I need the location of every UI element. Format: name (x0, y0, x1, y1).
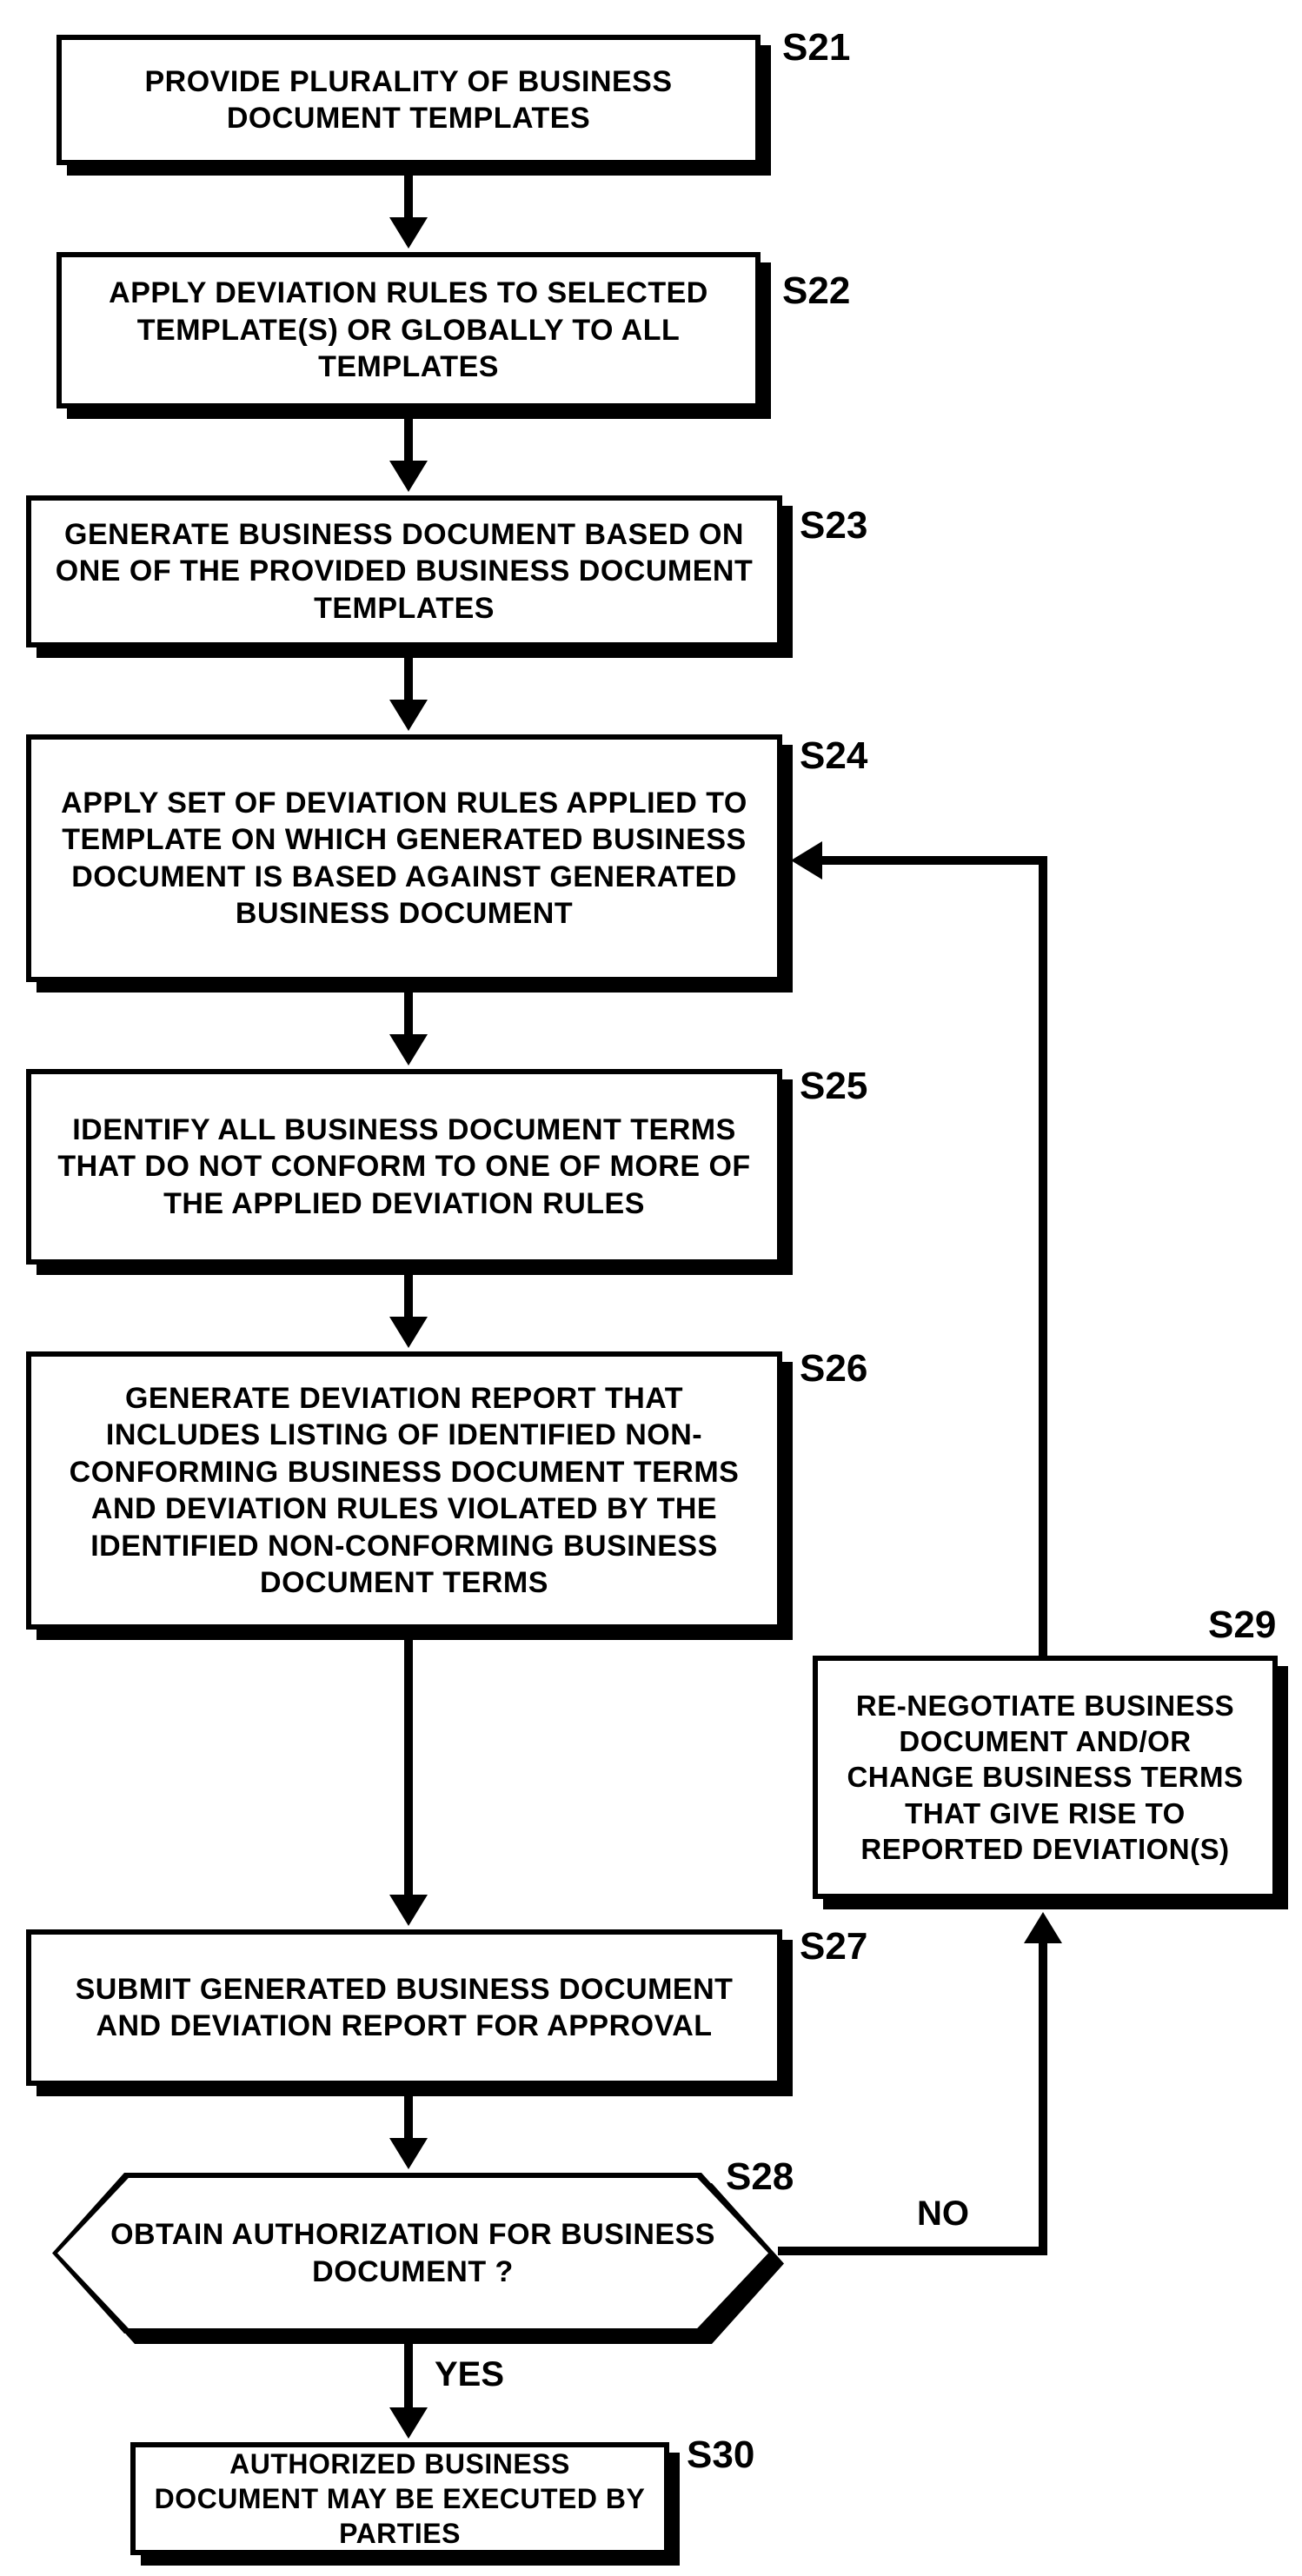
edge-no-label: NO (917, 2194, 969, 2234)
step-s21-text: PROVIDE PLURALITY OF BUSINESS DOCUMENT T… (62, 55, 755, 146)
step-s24: APPLY SET OF DEVIATION RULES APPLIED TO … (26, 734, 782, 982)
arrowhead-s29-loop (791, 841, 822, 880)
arrow-s28-no-v (1039, 1938, 1047, 2255)
arrowhead-s27-s28 (389, 2138, 428, 2169)
arrowhead-s26-s27 (389, 1895, 428, 1926)
arrow-s28-no-h (778, 2247, 1047, 2255)
step-s28-label: S28 (726, 2155, 794, 2199)
step-s30-text: AUTHORIZED BUSINESS DOCUMENT MAY BE EXEC… (136, 2438, 664, 2559)
arrow-s26-s27 (404, 1638, 413, 1899)
step-s29-label: S29 (1208, 1603, 1276, 1647)
step-s23-label: S23 (800, 504, 867, 548)
step-s23-text: GENERATE BUSINESS DOCUMENT BASED ON ONE … (31, 508, 777, 636)
arrow-s23-s24 (404, 656, 413, 704)
arrowhead-s28-yes (389, 2407, 428, 2439)
step-s25-label: S25 (800, 1065, 867, 1108)
step-s25: IDENTIFY ALL BUSINESS DOCUMENT TERMS THA… (26, 1069, 782, 1265)
step-s21: PROVIDE PLURALITY OF BUSINESS DOCUMENT T… (56, 35, 761, 165)
arrowhead-s21-s22 (389, 217, 428, 249)
step-s27-label: S27 (800, 1925, 867, 1969)
step-s22: APPLY DEVIATION RULES TO SELECTED TEMPLA… (56, 252, 761, 408)
arrow-s28-yes (404, 2342, 413, 2412)
step-s29: RE-NEGOTIATE BUSINESS DOCUMENT AND/OR CH… (813, 1656, 1278, 1899)
step-s26-text: GENERATE DEVIATION REPORT THAT INCLUDES … (31, 1371, 777, 1610)
arrow-s22-s23 (404, 417, 413, 465)
arrowhead-s24-s25 (389, 1034, 428, 1066)
step-s25-text: IDENTIFY ALL BUSINESS DOCUMENT TERMS THA… (31, 1103, 777, 1232)
arrow-s24-s25 (404, 991, 413, 1039)
arrow-s29-loop-h (817, 856, 1047, 865)
arrowhead-s25-s26 (389, 1317, 428, 1348)
step-s26-label: S26 (800, 1347, 867, 1391)
step-s22-text: APPLY DEVIATION RULES TO SELECTED TEMPLA… (62, 266, 755, 395)
step-s30: AUTHORIZED BUSINESS DOCUMENT MAY BE EXEC… (130, 2442, 669, 2555)
step-s28: OBTAIN AUTHORIZATION FOR BUSINESS DOCUME… (52, 2173, 774, 2334)
arrow-s29-loop-v (1039, 856, 1047, 1656)
step-s21-label: S21 (782, 26, 850, 70)
step-s23: GENERATE BUSINESS DOCUMENT BASED ON ONE … (26, 495, 782, 647)
step-s27-text: SUBMIT GENERATED BUSINESS DOCUMENT AND D… (31, 1962, 777, 2054)
step-s30-label: S30 (687, 2433, 754, 2477)
step-s29-text: RE-NEGOTIATE BUSINESS DOCUMENT AND/OR CH… (818, 1679, 1272, 1876)
step-s27: SUBMIT GENERATED BUSINESS DOCUMENT AND D… (26, 1929, 782, 2086)
arrow-s27-s28 (404, 2095, 413, 2142)
arrowhead-s23-s24 (389, 700, 428, 731)
arrowhead-s28-no (1024, 1912, 1062, 1943)
arrowhead-s22-s23 (389, 461, 428, 492)
step-s22-label: S22 (782, 269, 850, 313)
arrow-s25-s26 (404, 1273, 413, 1321)
step-s26: GENERATE DEVIATION REPORT THAT INCLUDES … (26, 1351, 782, 1630)
step-s28-text: OBTAIN AUTHORIZATION FOR BUSINESS DOCUME… (57, 2208, 768, 2299)
step-s24-text: APPLY SET OF DEVIATION RULES APPLIED TO … (31, 776, 777, 941)
flowchart-canvas: PROVIDE PLURALITY OF BUSINESS DOCUMENT T… (0, 0, 1302, 2576)
step-s24-label: S24 (800, 734, 867, 778)
arrow-s21-s22 (404, 174, 413, 222)
edge-yes-label: YES (435, 2355, 504, 2394)
